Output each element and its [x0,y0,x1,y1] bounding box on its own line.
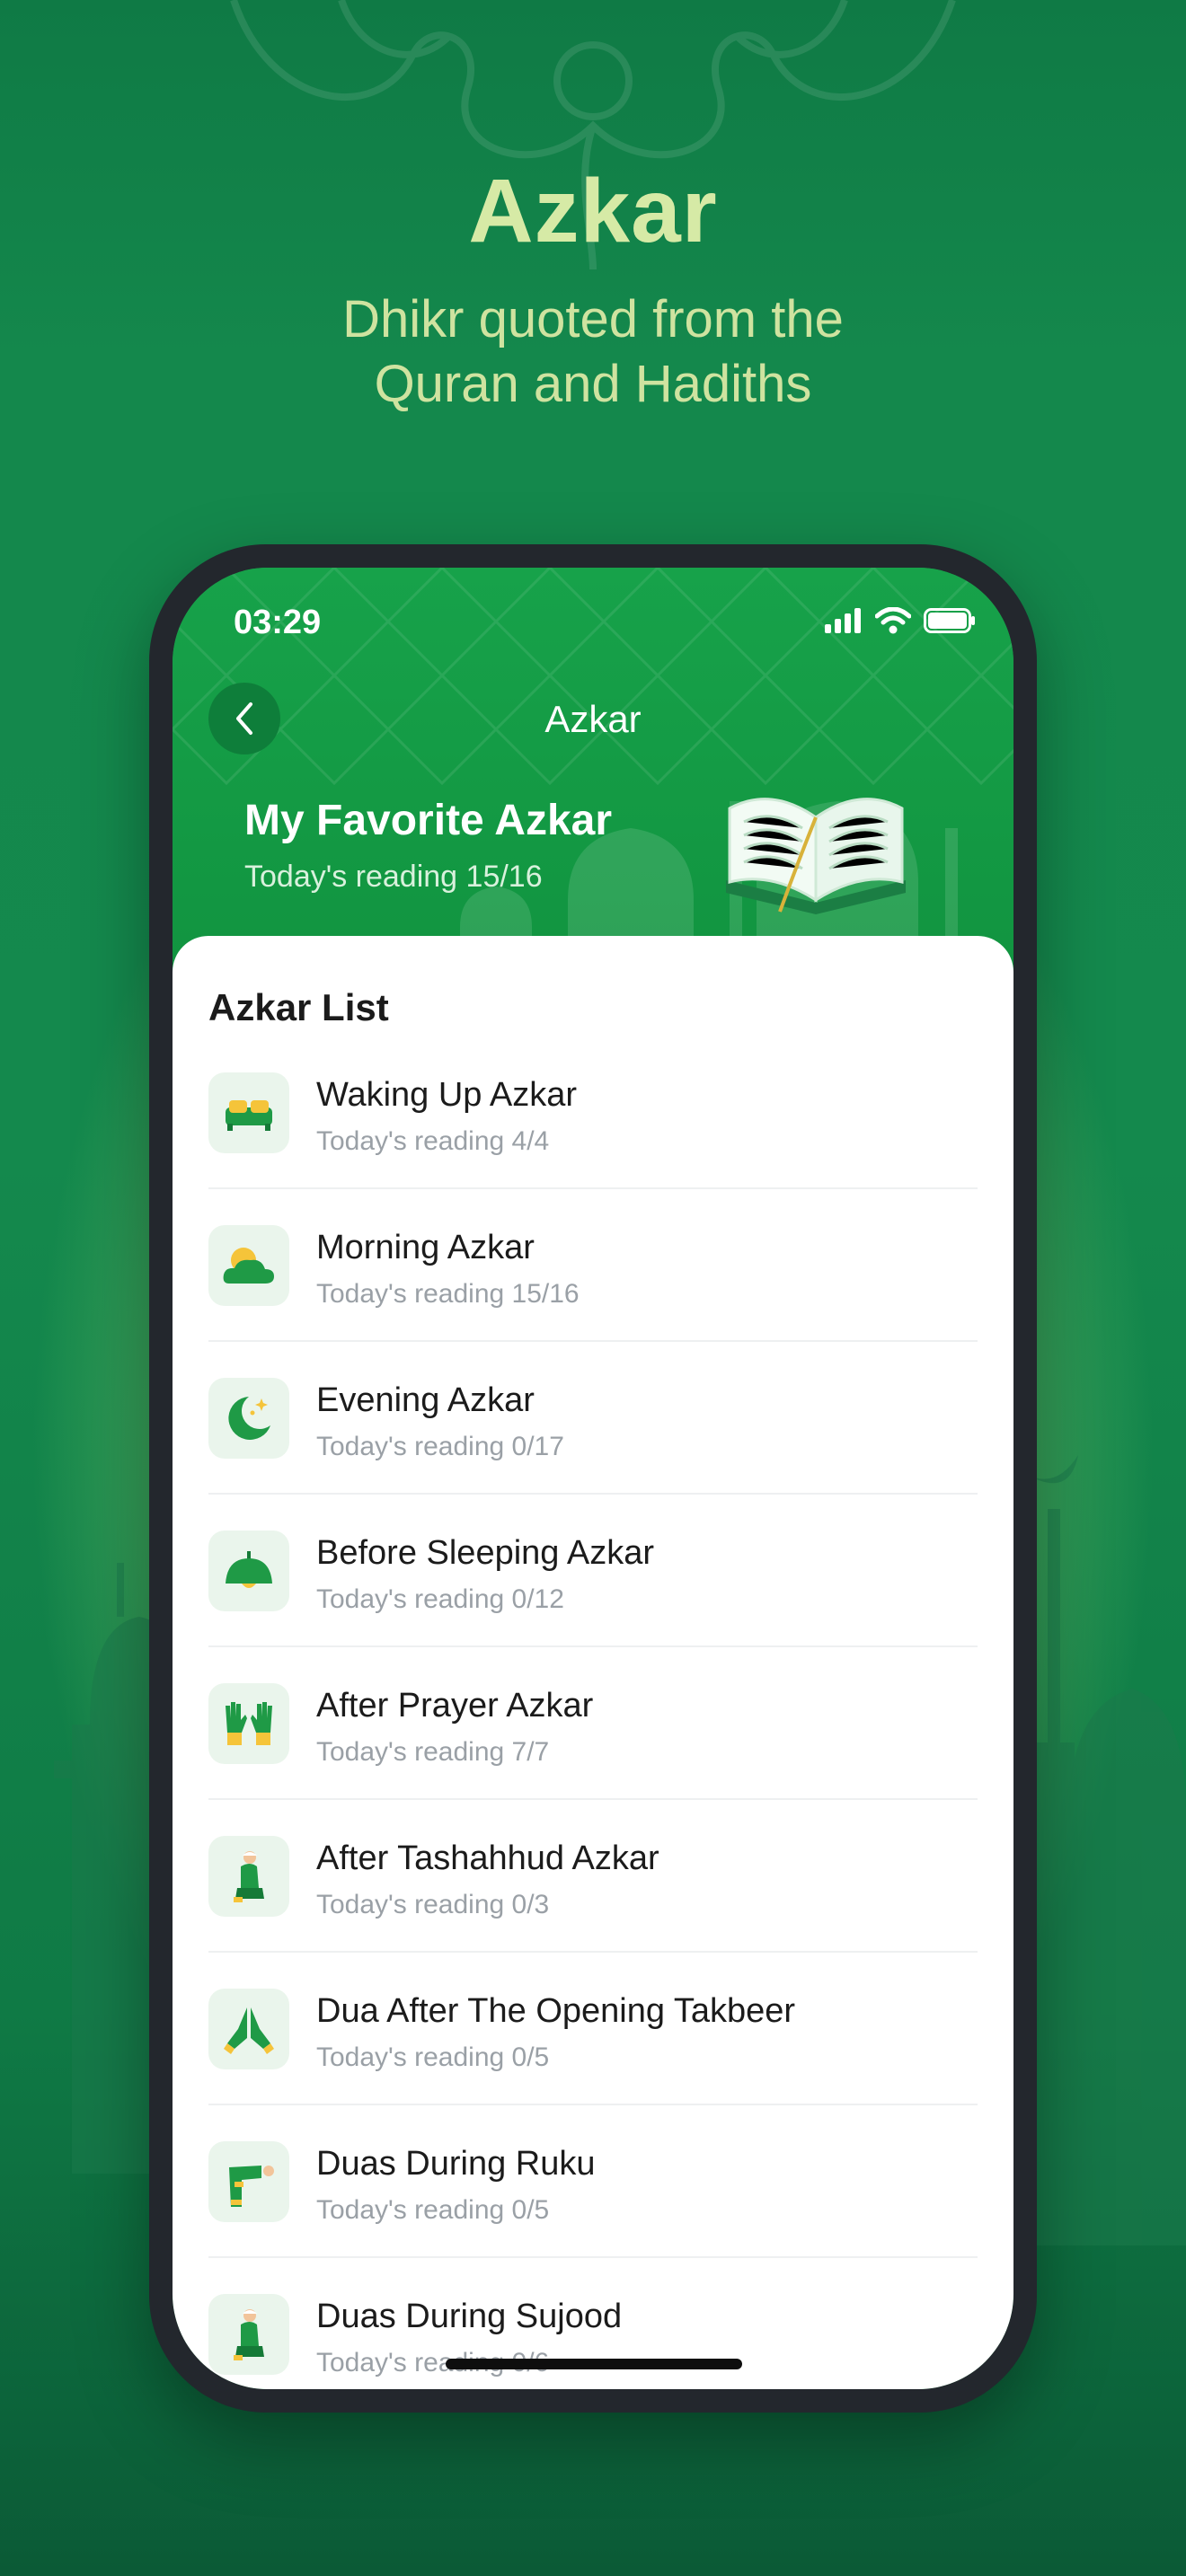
header: 03:29 Azkar My Favorite Azkar Today's re… [173,568,1013,972]
item-name: Duas During Sujood [316,2298,623,2335]
divider [208,1340,978,1342]
battery-icon [924,608,975,633]
item-progress: Today's reading 0/5 [316,2195,550,2225]
list-item-ruku[interactable]: Duas During Ruku Today's reading 0/5 [208,2141,978,2294]
promo-subtitle-line-1: Dhikr quoted from the [342,290,844,348]
status-time: 03:29 [234,604,322,641]
promo-title: Azkar [468,161,718,261]
divider [208,1645,978,1647]
list-item-after-prayer[interactable]: After Prayer Azkar Today's reading 7/7 [208,1683,978,1836]
divider [208,1798,978,1800]
divider [208,1493,978,1495]
item-progress: Today's reading 0/17 [316,1432,564,1461]
item-progress: Today's reading 0/3 [316,1890,550,1919]
item-progress: Today's reading 4/4 [316,1126,550,1156]
item-name: Before Sleeping Azkar [316,1534,655,1572]
crescent-moon-icon [208,1378,289,1459]
favorite-azkar-progress: Today's reading 15/16 [244,860,543,894]
item-name: After Tashahhud Azkar [316,1839,659,1877]
sun-cloud-icon [208,1225,289,1306]
azkar-list-sheet: Azkar List Waking Up Azkar Today's readi… [173,936,1013,2389]
list-item-after-tashahhud[interactable]: After Tashahhud Azkar Today's reading 0/… [208,1836,978,1989]
list-item-morning[interactable]: Morning Azkar Today's reading 15/16 [208,1225,978,1378]
phone-screen: 03:29 Azkar My Favorite Azkar Today's re… [173,568,1013,2389]
list-item-waking-up[interactable]: Waking Up Azkar Today's reading 4/4 [208,1072,978,1225]
divider [208,1951,978,1953]
item-progress: Today's reading 7/7 [316,1737,550,1767]
home-indicator[interactable] [446,2359,742,2369]
item-progress: Today's reading 15/16 [316,1279,580,1309]
bed-icon [208,1072,289,1153]
praying-hands-icon [208,1989,289,2069]
kneeling-person-icon [208,2294,289,2375]
item-progress: Today's reading 0/5 [316,2042,550,2072]
open-book-icon [726,798,906,914]
item-name: After Prayer Azkar [316,1687,594,1725]
raised-hands-icon [208,1683,289,1764]
item-name: Duas During Ruku [316,2145,596,2183]
item-name: Waking Up Azkar [316,1076,578,1114]
item-name: Evening Azkar [316,1381,535,1419]
divider [208,2256,978,2258]
item-name: Dua After The Opening Takbeer [316,1992,796,2030]
divider [208,2104,978,2105]
list-item-evening[interactable]: Evening Azkar Today's reading 0/17 [208,1378,978,1531]
list-item-sujood[interactable]: Duas During Sujood Today's reading 0/6 [208,2294,978,2389]
bowing-person-icon [208,2141,289,2222]
list-item-opening-takbeer[interactable]: Dua After The Opening Takbeer Today's re… [208,1989,978,2141]
sitting-person-icon [208,1836,289,1917]
promo-subtitle-line-2: Quran and Hadiths [374,355,812,413]
lamp-icon [208,1531,289,1611]
list-item-before-sleeping[interactable]: Before Sleeping Azkar Today's reading 0/… [208,1531,978,1683]
wifi-icon [875,607,911,634]
item-name: Morning Azkar [316,1229,535,1266]
status-icons [825,607,976,634]
divider [208,1187,978,1189]
favorite-azkar-title[interactable]: My Favorite Azkar [244,796,612,845]
nav-title: Azkar [544,698,642,740]
item-progress: Today's reading 0/12 [316,1584,564,1614]
azkar-list-title: Azkar List [208,986,389,1028]
cellular-signal-icon [825,608,861,633]
promo-subtitle: Dhikr quoted from the Quran and Hadiths [0,287,1186,417]
